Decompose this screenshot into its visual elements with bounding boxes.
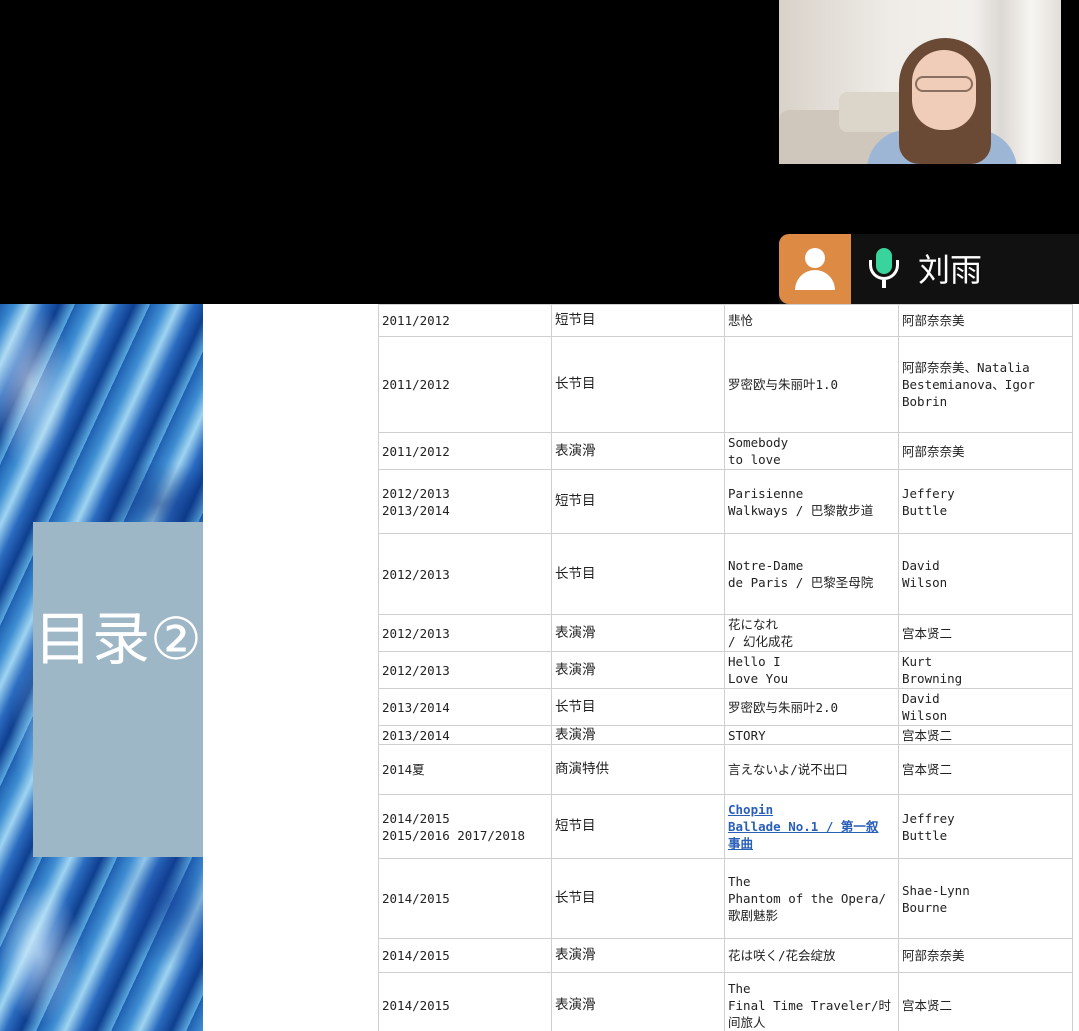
program-cell: Notre-Dame de Paris / 巴黎圣母院 xyxy=(724,533,899,615)
season-cell: 2011/2012 xyxy=(378,304,552,337)
season-cell: 2012/2013 2013/2014 xyxy=(378,469,552,534)
season-cell: 2012/2013 xyxy=(378,533,552,615)
table-row: 2014/2015 2015/2016 2017/2018 短节目 Chopin B… xyxy=(378,794,1073,859)
program-cell: STORY xyxy=(724,725,899,745)
program-cell[interactable]: Chopin Ballade No.1 / 第一叙 事曲 xyxy=(724,794,899,859)
category-cell: 短节目 xyxy=(551,794,725,859)
microphone-ring xyxy=(869,260,899,280)
category-cell: 表演滑 xyxy=(551,432,725,470)
season-cell: 2012/2013 xyxy=(378,614,552,652)
choreographer-cell: 阿部奈奈美 xyxy=(898,432,1073,470)
category-cell: 长节目 xyxy=(551,336,725,433)
avatar-shoulders xyxy=(795,270,835,290)
choreographer-cell: Kurt Browning xyxy=(898,651,1073,689)
table-row: 2012/2013 2013/2014 短节目 Parisienne Walkway… xyxy=(378,469,1073,534)
choreographer-cell: Jeffery Buttle xyxy=(898,469,1073,534)
category-cell: 短节目 xyxy=(551,304,725,337)
program-cell: 言えないよ/说不出口 xyxy=(724,744,899,795)
category-cell: 表演滑 xyxy=(551,938,725,973)
season-cell: 2014/2015 xyxy=(378,972,552,1031)
category-cell: 表演滑 xyxy=(551,972,725,1031)
avatar-icon xyxy=(779,234,851,304)
table-row: 2011/2012 表演滑 Somebody to love 阿部奈奈美 xyxy=(378,432,1073,470)
season-cell: 2014/2015 xyxy=(378,858,552,939)
choreographer-cell: 阿部奈奈美、Natalia Bestemianova、Igor Bobrin xyxy=(898,336,1073,433)
category-cell: 商演特供 xyxy=(551,744,725,795)
table-row: 2012/2013 表演滑 花になれ / 幻化成花 宫本贤二 xyxy=(378,614,1073,652)
season-cell: 2011/2012 xyxy=(378,336,552,433)
toc-title: 目录② xyxy=(34,605,202,673)
participant-glasses xyxy=(915,76,973,92)
table-row: 2011/2012 短节目 悲怆 阿部奈奈美 xyxy=(378,304,1073,337)
shared-slide: 目录② 2011/2012 短节目 悲怆 阿部奈奈美 2011/2012 长节目 罗密欧与朱… xyxy=(0,304,1079,1031)
table-row: 2013/2014 表演滑 STORY 宫本贤二 xyxy=(378,725,1073,745)
program-cell: 花になれ / 幻化成花 xyxy=(724,614,899,652)
category-cell: 表演滑 xyxy=(551,651,725,689)
table-row: 2011/2012 长节目 罗密欧与朱丽叶1.0 阿部奈奈美、Natalia Best… xyxy=(378,336,1073,433)
program-cell: 悲怆 xyxy=(724,304,899,337)
choreographer-cell: 宫本贤二 xyxy=(898,744,1073,795)
table-row: 2014夏 商演特供 言えないよ/说不出口 宫本贤二 xyxy=(378,744,1073,795)
program-cell: The Final Time Traveler/时 间旅人 xyxy=(724,972,899,1031)
category-cell: 长节目 xyxy=(551,688,725,726)
season-cell: 2012/2013 xyxy=(378,651,552,689)
table-row: 2014/2015 表演滑 The Final Time Traveler/时 间旅… xyxy=(378,972,1073,1031)
participant-video[interactable] xyxy=(779,0,1061,164)
avatar-head xyxy=(805,248,825,268)
microphone-icon[interactable] xyxy=(862,246,906,292)
season-cell: 2013/2014 xyxy=(378,725,552,745)
program-cell: The Phantom of the Opera/ 歌剧魅影 xyxy=(724,858,899,939)
program-cell: Hello I Love You xyxy=(724,651,899,689)
program-cell: Parisienne Walkways / 巴黎散步道 xyxy=(724,469,899,534)
season-cell: 2011/2012 xyxy=(378,432,552,470)
season-cell: 2013/2014 xyxy=(378,688,552,726)
table-row: 2013/2014 长节目 罗密欧与朱丽叶2.0 David Wilson xyxy=(378,688,1073,726)
program-table-body: 2011/2012 短节目 悲怆 阿部奈奈美 2011/2012 长节目 罗密欧与朱丽叶1.… xyxy=(378,304,1073,1031)
choreographer-cell: 阿部奈奈美 xyxy=(898,304,1073,337)
program-cell: 花は咲く/花会绽放 xyxy=(724,938,899,973)
program-cell: 罗密欧与朱丽叶1.0 xyxy=(724,336,899,433)
choreographer-cell: David Wilson xyxy=(898,688,1073,726)
category-cell: 短节目 xyxy=(551,469,725,534)
choreographer-cell: Jeffrey Buttle xyxy=(898,794,1073,859)
category-cell: 长节目 xyxy=(551,533,725,615)
table-row: 2012/2013 长节目 Notre-Dame de Paris / 巴黎圣母院 D… xyxy=(378,533,1073,615)
program-cell: Somebody to love xyxy=(724,432,899,470)
table-row: 2012/2013 表演滑 Hello I Love You Kurt Brownin… xyxy=(378,651,1073,689)
choreographer-cell: 宫本贤二 xyxy=(898,614,1073,652)
choreographer-cell: Shae-Lynn Bourne xyxy=(898,858,1073,939)
category-cell: 表演滑 xyxy=(551,725,725,745)
choreographer-cell: 阿部奈奈美 xyxy=(898,938,1073,973)
program-table: 2011/2012 短节目 悲怆 阿部奈奈美 2011/2012 长节目 罗密欧与朱丽叶1.… xyxy=(378,304,1073,1031)
choreographer-cell: 宫本贤二 xyxy=(898,972,1073,1031)
toc-panel: 目录② xyxy=(33,522,203,857)
choreographer-cell: David Wilson xyxy=(898,533,1073,615)
participant-name: 刘雨 xyxy=(918,251,983,289)
program-cell: 罗密欧与朱丽叶2.0 xyxy=(724,688,899,726)
season-cell: 2014/2015 2015/2016 2017/2018 xyxy=(378,794,552,859)
choreographer-cell: 宫本贤二 xyxy=(898,725,1073,745)
microphone-stem xyxy=(882,280,886,288)
category-cell: 长节目 xyxy=(551,858,725,939)
category-cell: 表演滑 xyxy=(551,614,725,652)
season-cell: 2014夏 xyxy=(378,744,552,795)
table-row: 2014/2015 长节目 The Phantom of the Opera/ 歌剧… xyxy=(378,858,1073,939)
table-row: 2014/2015 表演滑 花は咲く/花会绽放 阿部奈奈美 xyxy=(378,938,1073,973)
season-cell: 2014/2015 xyxy=(378,938,552,973)
